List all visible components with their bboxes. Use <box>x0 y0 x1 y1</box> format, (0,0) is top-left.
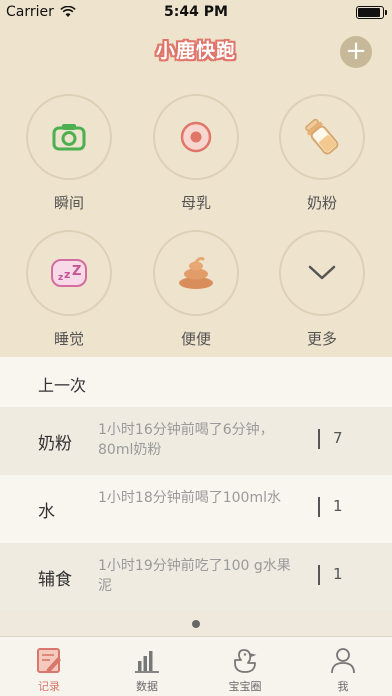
action-circle[interactable] <box>153 230 239 316</box>
tab-label: 宝宝圈 <box>228 680 262 693</box>
action-moment[interactable]: 瞬间 <box>19 94 119 213</box>
action-circle[interactable] <box>279 94 365 180</box>
list-item-name: 辅食 <box>38 570 72 590</box>
tab-me[interactable]: 我 <box>294 637 392 696</box>
tab-data[interactable]: 数据 <box>98 637 196 696</box>
list-item-name: 奶粉 <box>38 434 72 454</box>
action-more[interactable]: 更多 <box>272 230 372 349</box>
divider <box>318 429 320 449</box>
add-button[interactable]: + <box>340 36 372 68</box>
camera-icon <box>52 124 86 151</box>
tab-record[interactable]: 记录 <box>0 637 98 696</box>
list-item-count: 1 <box>333 497 343 515</box>
status-bar: Carrier 5:44 PM <box>0 0 392 24</box>
action-label: 母乳 <box>180 194 211 212</box>
bar-chart-icon <box>135 651 159 673</box>
duck-icon <box>234 649 257 673</box>
chevron-down-icon <box>308 265 336 280</box>
svg-text:z: z <box>58 273 63 283</box>
action-circle[interactable] <box>279 230 365 316</box>
action-breastfeeding[interactable]: 母乳 <box>146 94 246 213</box>
svg-text:z: z <box>64 268 70 281</box>
list-item-name: 水 <box>38 502 55 522</box>
action-label: 瞬间 <box>53 194 84 212</box>
list-item-desc: 1小时19分钟前吃了100 g水果泥 <box>98 558 291 594</box>
battery-icon <box>356 6 387 19</box>
tab-label: 记录 <box>38 680 60 693</box>
action-circle[interactable] <box>26 94 112 180</box>
list-item-water[interactable]: 水 1小时18分钟前喝了100ml水 1 <box>0 475 392 543</box>
page-indicator <box>192 620 200 628</box>
divider <box>318 565 320 585</box>
action-sleep[interactable]: z z Z 睡觉 <box>19 230 119 349</box>
last-section-header: 上一次 <box>0 357 392 407</box>
action-label: 奶粉 <box>306 194 337 212</box>
plus-icon: + <box>345 36 367 66</box>
action-formula[interactable]: 奶粉 <box>272 94 372 213</box>
list-item-formula[interactable]: 奶粉 1小时16分钟前喝了6分钟，80ml奶粉 7 <box>0 407 392 475</box>
action-circle[interactable] <box>153 94 239 180</box>
tab-baby-circle[interactable]: 宝宝圈 <box>196 637 294 696</box>
tab-bar: 记录 数据 宝宝圈 我 <box>0 636 392 696</box>
list-item-count: 1 <box>333 565 343 583</box>
top-panel: Carrier 5:44 PM 小鹿快跑 + 瞬间 母乳 奶粉 z z Z 睡觉… <box>0 0 392 357</box>
nav-bar: 小鹿快跑 + <box>0 30 392 74</box>
list-item-desc: 1小时16分钟前喝了6分钟，80ml奶粉 <box>98 422 274 458</box>
sleep-zzz-icon: z z Z <box>51 259 87 287</box>
svg-text:Z: Z <box>72 264 81 279</box>
action-circle[interactable]: z z Z <box>26 230 112 316</box>
divider <box>318 497 320 517</box>
action-label: 便便 <box>180 330 211 348</box>
list-item-desc: 1小时18分钟前喝了100ml水 <box>98 490 281 506</box>
baby-bottle-icon <box>305 118 339 155</box>
app-title: 小鹿快跑 <box>155 40 236 62</box>
tab-label: 我 <box>337 680 349 693</box>
tab-label: 数据 <box>136 680 158 693</box>
action-poop[interactable]: 便便 <box>146 230 246 349</box>
record-notebook-icon <box>37 648 61 673</box>
action-label: 更多 <box>306 330 337 348</box>
action-label: 睡觉 <box>53 330 84 348</box>
list-item-count: 7 <box>333 429 343 447</box>
list-item-solid-food[interactable]: 辅食 1小时19分钟前吃了100 g水果泥 1 <box>0 543 392 611</box>
breastfeeding-dot-icon <box>180 121 212 153</box>
last-section-title: 上一次 <box>38 376 87 395</box>
status-time: 5:44 PM <box>164 4 228 20</box>
poop-icon <box>179 256 213 289</box>
person-icon <box>331 648 355 674</box>
